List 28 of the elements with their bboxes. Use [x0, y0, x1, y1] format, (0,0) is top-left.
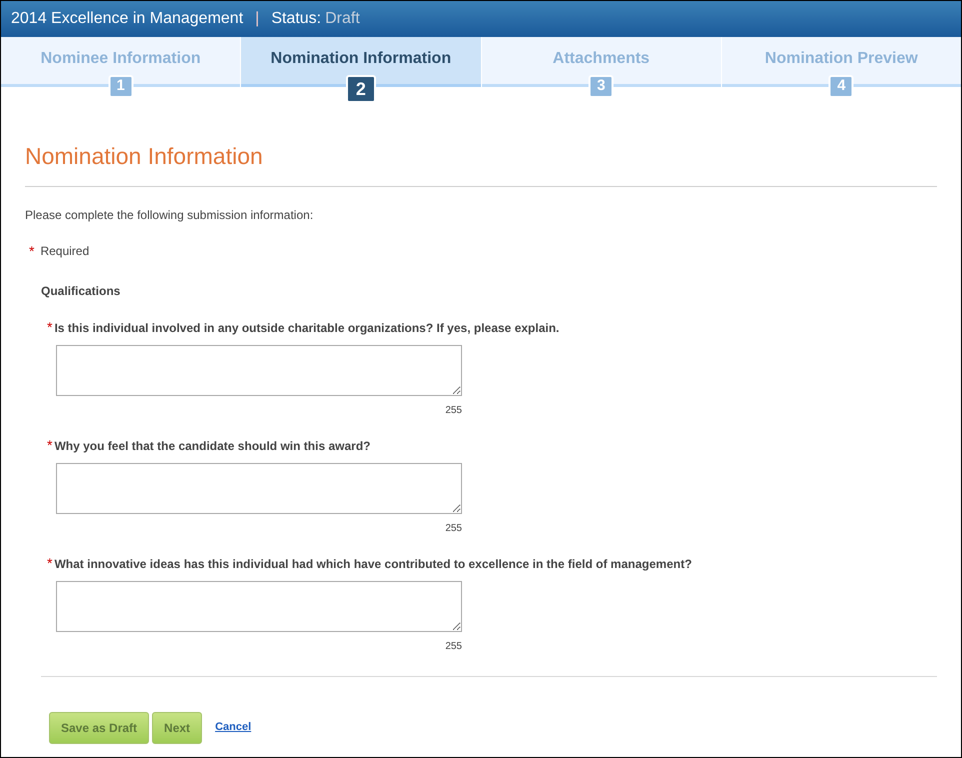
cancel-link[interactable]: Cancel: [215, 719, 252, 736]
action-button[interactable]: Next: [152, 712, 202, 744]
step-number: 2: [346, 75, 376, 103]
separator: |: [255, 9, 260, 29]
page-title: Nomination Information: [25, 142, 264, 171]
question-label: Is this individual involved in any outside charitable organizations? If yes, please explain.: [54, 320, 560, 336]
character-limit: 255: [444, 522, 462, 536]
status-value: Draft: [325, 9, 360, 29]
required-mark: *: [47, 318, 52, 337]
step-number: 3: [588, 75, 614, 98]
step-number: 4: [828, 75, 854, 98]
required-mark: *: [47, 436, 52, 455]
status-label: Status:: [271, 9, 322, 29]
section-title: Qualifications: [41, 282, 122, 300]
answer-field[interactable]: [56, 344, 462, 396]
form-title: 2014 Excellence in Management: [11, 9, 244, 29]
step-number: 1: [108, 75, 134, 98]
character-limit: 255: [444, 404, 462, 418]
character-limit: 255: [444, 640, 462, 654]
required-mark: *: [47, 554, 52, 573]
required-mark: *: [29, 242, 34, 260]
answer-field[interactable]: [56, 580, 462, 632]
question-label: Why you feel that the candidate should win this award?: [54, 438, 370, 454]
question-label: What innovative ideas has this individual had which have contributed to excellence in the field of management?: [54, 556, 692, 572]
action-button[interactable]: Save as Draft: [49, 712, 150, 744]
answer-field[interactable]: [56, 462, 462, 514]
required-note: Required: [40, 243, 90, 260]
intro-text: Please complete the following submission information:: [25, 206, 314, 224]
